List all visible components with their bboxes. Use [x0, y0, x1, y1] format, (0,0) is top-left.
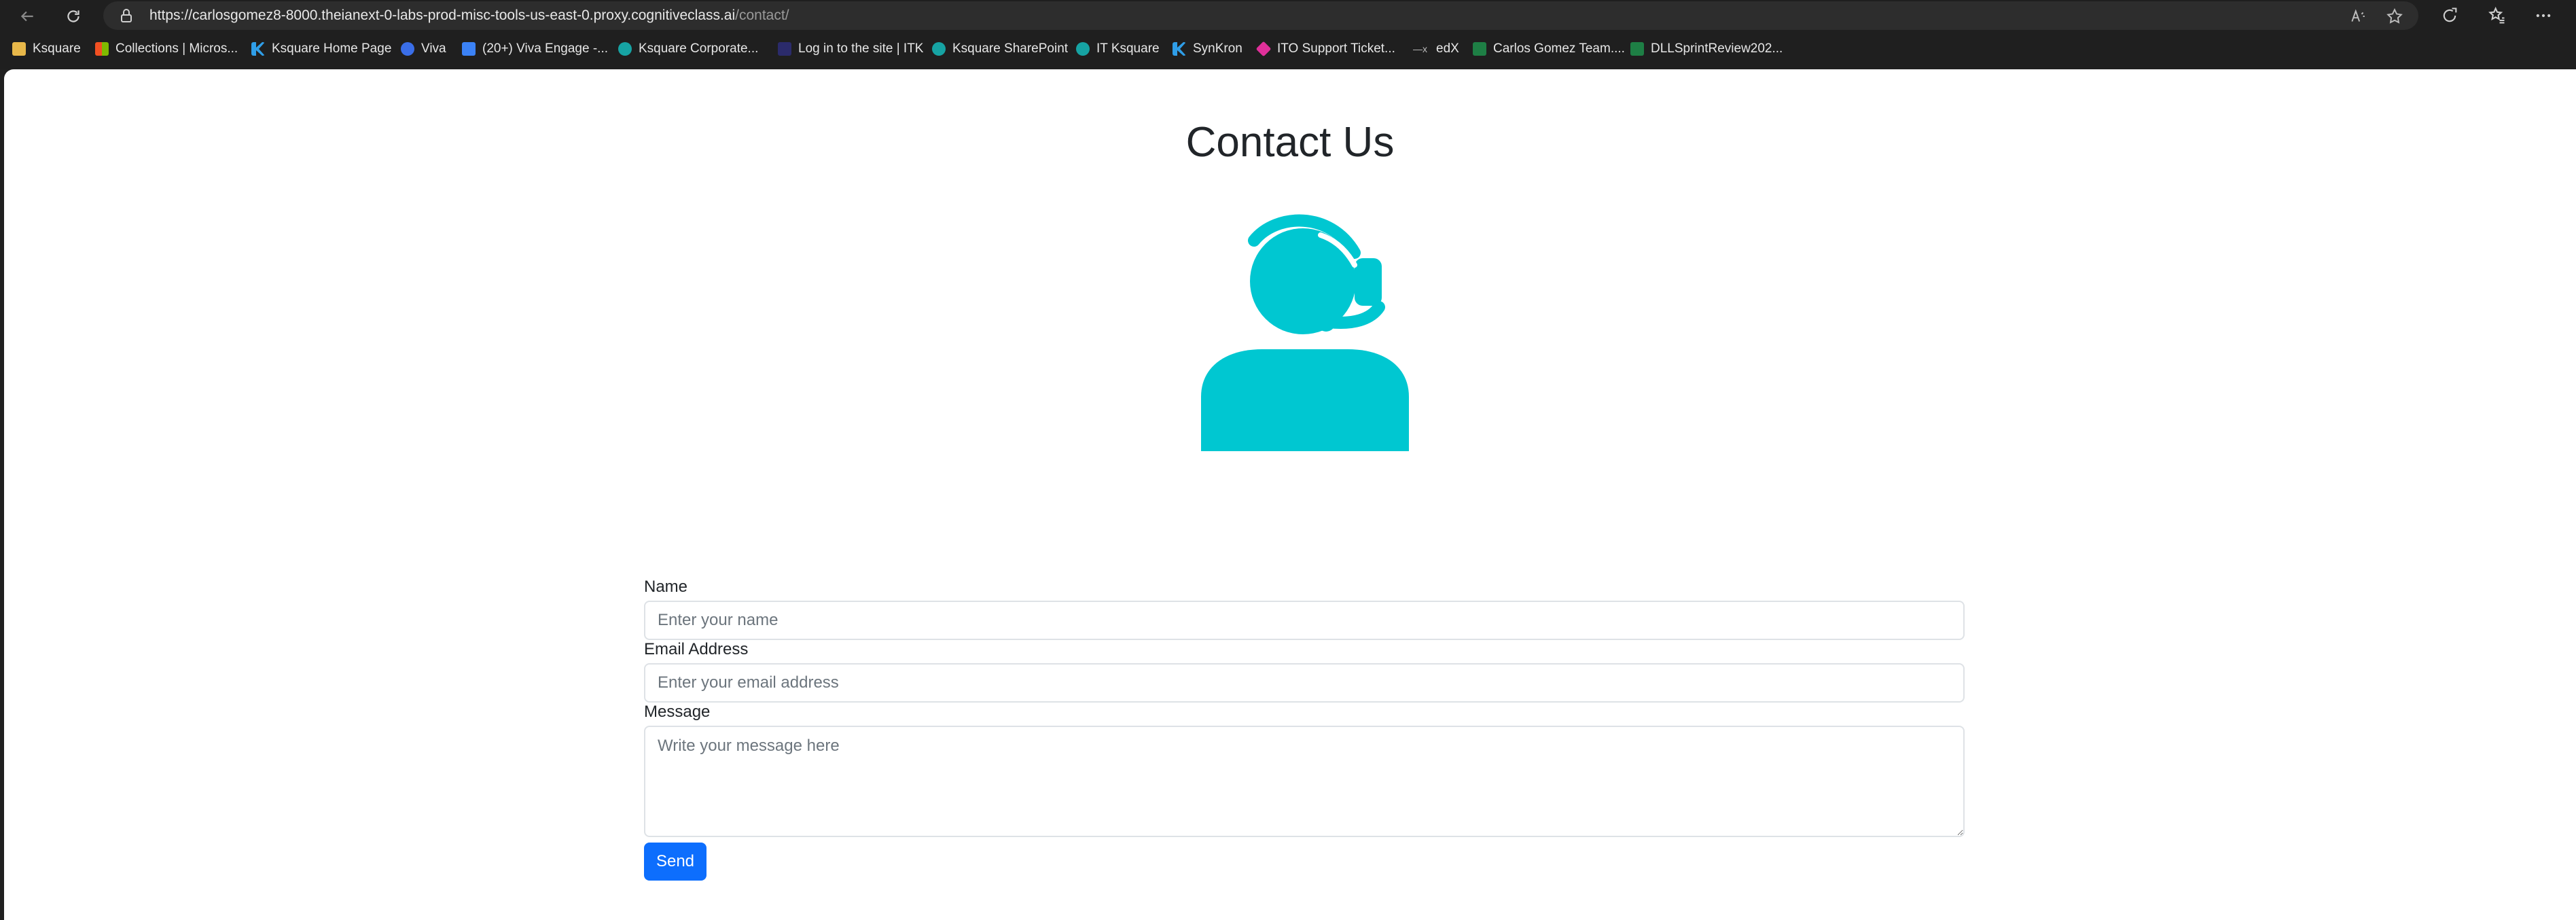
name-input[interactable]	[644, 601, 1965, 640]
folder-icon	[12, 42, 26, 56]
url-host: https://carlosgomez8-8000.theianext-0-la…	[149, 7, 736, 23]
bookmark-label: IT Ksquare	[1096, 41, 1160, 56]
bookmark-label: Carlos Gomez Team....	[1493, 41, 1625, 56]
microsoft-icon	[95, 42, 109, 56]
page-title: Contact Us	[1185, 119, 1395, 166]
refresh-button[interactable]	[61, 4, 86, 29]
back-arrow-icon	[20, 11, 33, 22]
sharepoint-icon	[618, 42, 632, 56]
viva-engage-icon	[462, 42, 476, 56]
lock-icon	[121, 9, 132, 22]
bookmark-label: Ksquare Home Page	[272, 41, 392, 56]
sharepoint-icon	[1076, 42, 1090, 56]
send-button[interactable]: Send	[644, 843, 706, 881]
ticket-icon	[1255, 41, 1272, 57]
bookmark-it-ksquare[interactable]: IT Ksquare	[1076, 38, 1160, 60]
bookmark-ito-support[interactable]: ITO Support Ticket...	[1255, 38, 1395, 60]
refresh-icon	[67, 10, 79, 22]
name-label: Name	[644, 578, 688, 596]
extensions-icon[interactable]	[2440, 6, 2459, 25]
edx-icon: —x	[1413, 43, 1427, 54]
bookmark-label: Viva	[421, 41, 446, 56]
bookmark-label: Collections | Micros...	[115, 41, 238, 56]
bookmark-label: (20+) Viva Engage -...	[482, 41, 609, 56]
bookmark-dll-sprint-review[interactable]: DLLSprintReview202...	[1630, 38, 1783, 60]
bookmark-label: Ksquare Corporate...	[639, 41, 759, 56]
bookmark-label: Log in to the site | ITK	[798, 41, 924, 56]
bookmark-label: edX	[1436, 41, 1459, 56]
message-textarea[interactable]	[644, 726, 1965, 837]
bookmark-ksquare-sharepoint[interactable]: Ksquare SharePoint	[932, 38, 1068, 60]
bookmark-label: Ksquare SharePoint	[952, 41, 1069, 56]
bookmark-edx[interactable]: —x edX	[1413, 38, 1459, 60]
bookmark-itk-login[interactable]: Log in to the site | ITK	[778, 38, 923, 60]
synkron-icon	[1173, 42, 1186, 56]
viva-icon	[401, 42, 414, 56]
favorite-star-icon[interactable]	[2386, 7, 2403, 25]
page-viewport: Contact Us Name Email Address Message	[4, 69, 2576, 920]
bookmark-label: DLLSprintReview202...	[1651, 41, 1783, 56]
bookmark-viva-engage[interactable]: (20+) Viva Engage -...	[462, 38, 608, 60]
bookmark-ksquare[interactable]: Ksquare	[12, 38, 81, 60]
read-aloud-icon[interactable]	[2349, 7, 2367, 25]
bookmark-ksquare-home[interactable]: Ksquare Home Page	[251, 38, 391, 60]
excel-icon	[1473, 42, 1486, 56]
ksquare-icon	[251, 42, 265, 56]
bookmark-label: ITO Support Ticket...	[1277, 41, 1395, 56]
message-label: Message	[644, 703, 711, 721]
email-input[interactable]	[644, 663, 1965, 703]
bookmark-viva[interactable]: Viva	[401, 38, 446, 60]
customer-support-agent-icon	[1201, 214, 1409, 451]
excel-icon	[1630, 42, 1644, 56]
bookmark-synkron[interactable]: SynKron	[1173, 38, 1242, 60]
address-bar[interactable]: https://carlosgomez8-8000.theianext-0-la…	[103, 1, 2418, 30]
bookmarks-bar: Ksquare Collections | Micros... Ksquare …	[0, 31, 2576, 69]
url-text: https://carlosgomez8-8000.theianext-0-la…	[149, 1, 789, 30]
favorites-icon[interactable]	[2488, 6, 2507, 25]
back-button[interactable]	[15, 4, 39, 29]
browser-toolbar: https://carlosgomez8-8000.theianext-0-la…	[0, 0, 2576, 31]
bookmark-collections[interactable]: Collections | Micros...	[95, 38, 238, 60]
email-label: Email Address	[644, 640, 749, 658]
bookmark-carlos-gomez-team[interactable]: Carlos Gomez Team....	[1473, 38, 1625, 60]
bookmark-label: Ksquare	[33, 41, 81, 56]
url-path: /contact/	[735, 7, 789, 23]
more-menu-icon[interactable]	[2534, 6, 2553, 25]
sharepoint-icon	[932, 42, 946, 56]
bookmark-ksquare-corporate[interactable]: Ksquare Corporate...	[618, 38, 758, 60]
itk-icon	[778, 42, 791, 56]
bookmark-label: SynKron	[1193, 41, 1242, 56]
